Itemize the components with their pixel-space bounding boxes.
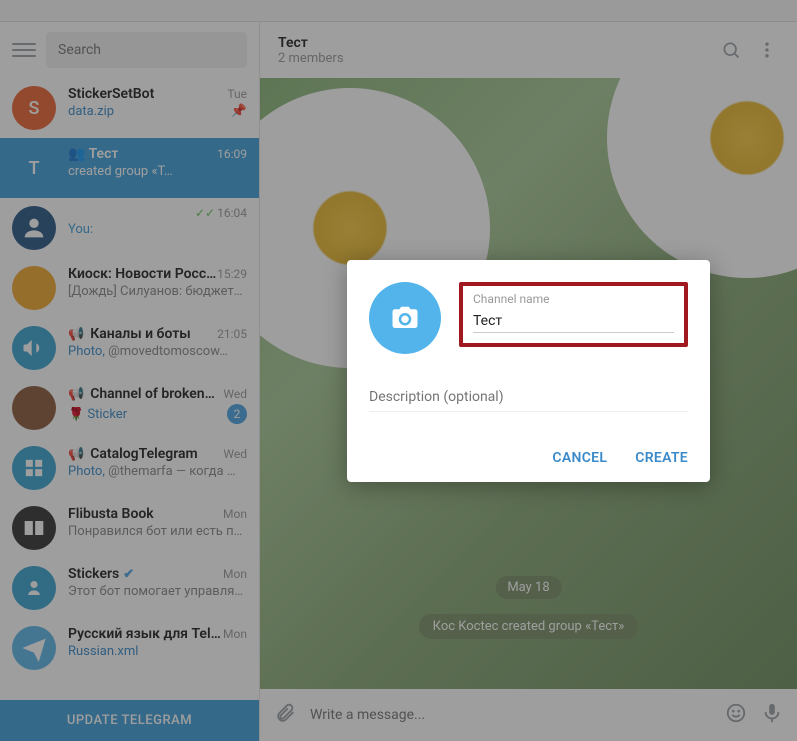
create-button[interactable]: CREATE [635,450,688,466]
create-channel-modal: Channel name CANCEL CREATE [347,260,710,482]
channel-name-label: Channel name [473,292,674,306]
channel-photo-button[interactable] [369,282,441,354]
channel-description-input[interactable] [369,389,688,412]
cancel-button[interactable]: CANCEL [552,450,607,466]
channel-name-highlight: Channel name [459,282,688,347]
main-panel: Тест 2 members May 18 Кос Koctec created… [260,0,797,741]
channel-name-input[interactable] [473,313,674,333]
modal-overlay[interactable]: Channel name CANCEL CREATE [260,0,797,741]
